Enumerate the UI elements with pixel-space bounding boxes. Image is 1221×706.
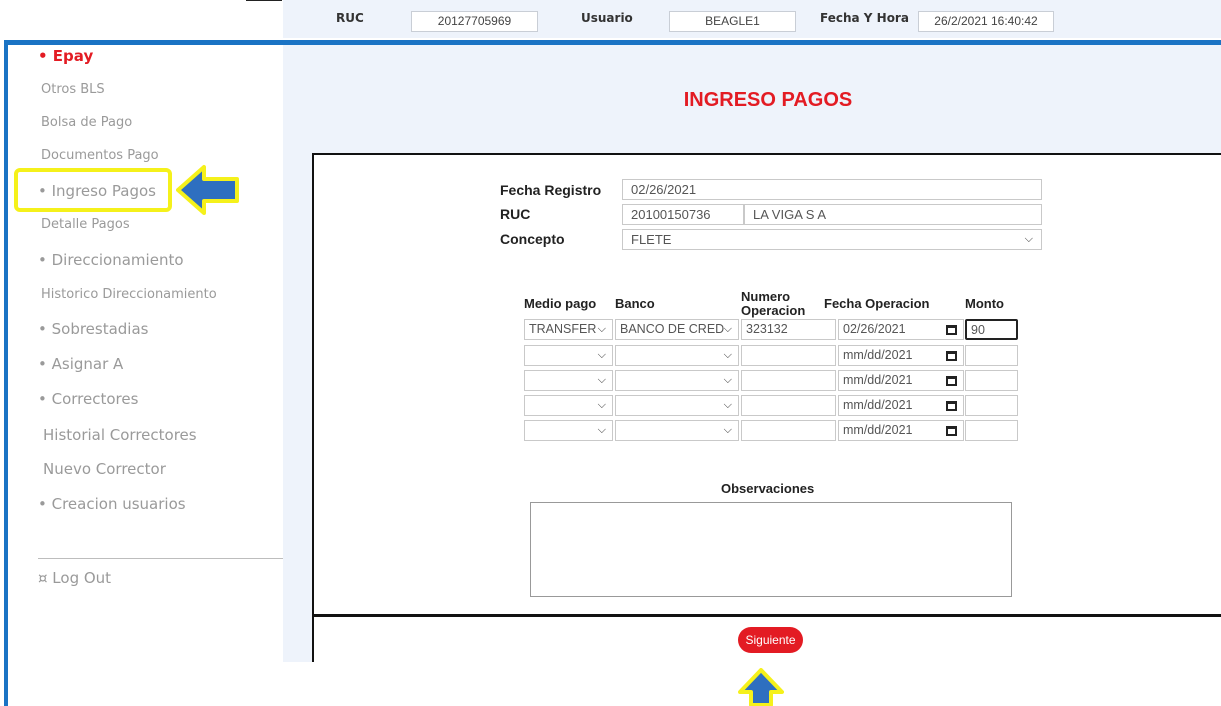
header-usuario-value: BEAGLE1 xyxy=(669,11,796,32)
row1-medio-pago-value: TRANSFER xyxy=(529,322,597,336)
row1-monto-input[interactable]: 90 xyxy=(965,319,1018,340)
header-ruc-value: 20127705969 xyxy=(411,11,538,32)
calendar-icon[interactable] xyxy=(946,426,957,436)
chevron-down-icon: ⌵ xyxy=(723,424,732,436)
row1-fecha-operacion-input[interactable]: 02/26/2021 xyxy=(838,319,964,340)
fecha-registro-label: Fecha Registro xyxy=(500,182,602,198)
chevron-down-icon: ⌵ xyxy=(597,399,606,411)
sidebar-item-nuevo-corrector[interactable]: Nuevo Corrector xyxy=(43,460,166,478)
sidebar-item-historico-direccionamiento[interactable]: Historico Direccionamiento xyxy=(41,287,217,302)
sidebar-item-documentos-pago[interactable]: Documentos Pago xyxy=(41,148,159,163)
row1-numero-operacion-input[interactable]: 323132 xyxy=(741,319,836,340)
sidebar-item-direccionamiento[interactable]: • Direccionamiento xyxy=(38,251,184,269)
row2-fecha-operacion-input[interactable]: mm/dd/2021 xyxy=(838,345,964,366)
row3-numero-operacion-input[interactable] xyxy=(741,370,836,391)
header-fecha-label: Fecha Y Hora xyxy=(820,11,909,25)
calendar-icon[interactable] xyxy=(946,351,957,361)
row2-medio-pago-select[interactable]: ⌵ xyxy=(524,345,613,366)
calendar-icon[interactable] xyxy=(946,325,957,335)
razon-social-field[interactable]: LA VIGA S A xyxy=(744,204,1042,225)
page-title: INGRESO PAGOS xyxy=(683,89,853,111)
sidebar-item-otros-bls[interactable]: Otros BLS xyxy=(41,82,105,97)
row3-fecha-operacion-input[interactable]: mm/dd/2021 xyxy=(838,370,964,391)
sidebar-item-historial-correctores[interactable]: Historial Correctores xyxy=(43,426,197,444)
sidebar-item-asignar-a[interactable]: • Asignar A xyxy=(38,355,123,373)
sidebar-item-sobrestadias[interactable]: • Sobrestadias xyxy=(38,320,149,338)
row1-fecha-value: 02/26/2021 xyxy=(843,322,906,336)
concepto-label: Concepto xyxy=(500,231,565,247)
row2-fecha-value: mm/dd/2021 xyxy=(843,348,913,362)
row5-fecha-value: mm/dd/2021 xyxy=(843,423,913,437)
chevron-down-icon: ⌵ xyxy=(597,323,606,335)
ruc-field[interactable]: 20100150736 xyxy=(622,204,744,225)
col-monto: Monto xyxy=(965,296,1004,311)
header-fecha-value: 26/2/2021 16:40:42 xyxy=(918,11,1054,32)
row5-banco-select[interactable]: ⌵ xyxy=(615,420,739,441)
calendar-icon[interactable] xyxy=(946,401,957,411)
sidebar-item-creacion-usuarios[interactable]: • Creacion usuarios xyxy=(38,495,186,513)
sidebar-divider xyxy=(38,558,283,559)
chevron-down-icon: ⌵ xyxy=(723,399,732,411)
arrow-up-icon xyxy=(738,668,784,706)
chevron-down-icon: ⌵ xyxy=(723,323,732,335)
chevron-down-icon: ⌵ xyxy=(597,374,606,386)
row5-numero-operacion-input[interactable] xyxy=(741,420,836,441)
chevron-down-icon: ⌵ xyxy=(723,349,732,361)
header-ruc-label: RUC xyxy=(336,11,364,25)
sidebar: • Epay Otros BLS Bolsa de Pago Documento… xyxy=(8,45,283,662)
top-left-underline xyxy=(246,0,282,1)
chevron-down-icon: ⌵ xyxy=(597,424,606,436)
row5-medio-pago-select[interactable]: ⌵ xyxy=(524,420,613,441)
observaciones-label: Observaciones xyxy=(721,481,815,496)
row2-numero-operacion-input[interactable] xyxy=(741,345,836,366)
row4-numero-operacion-input[interactable] xyxy=(741,395,836,416)
row2-banco-select[interactable]: ⌵ xyxy=(615,345,739,366)
sidebar-item-epay[interactable]: • Epay xyxy=(38,47,93,65)
row1-banco-value: BANCO DE CRED xyxy=(620,322,725,336)
row5-fecha-operacion-input[interactable]: mm/dd/2021 xyxy=(838,420,964,441)
col-fecha-operacion: Fecha Operacion xyxy=(824,296,930,311)
row3-banco-select[interactable]: ⌵ xyxy=(615,370,739,391)
row4-medio-pago-select[interactable]: ⌵ xyxy=(524,395,613,416)
logout-link[interactable]: ¤ Log Out xyxy=(38,569,111,587)
row4-fecha-value: mm/dd/2021 xyxy=(843,398,913,412)
arrow-left-icon xyxy=(176,165,239,215)
row3-monto-input[interactable] xyxy=(965,370,1018,391)
row4-fecha-operacion-input[interactable]: mm/dd/2021 xyxy=(838,395,964,416)
calendar-icon[interactable] xyxy=(946,376,957,386)
row2-monto-input[interactable] xyxy=(965,345,1018,366)
col-banco: Banco xyxy=(615,296,655,311)
chevron-down-icon: ⌵ xyxy=(1024,233,1033,245)
ruc-label: RUC xyxy=(500,206,531,222)
chevron-down-icon: ⌵ xyxy=(723,374,732,386)
sidebar-item-detalle-pagos[interactable]: Detalle Pagos xyxy=(41,217,130,232)
col-numero-operacion-line1: Numero xyxy=(741,289,791,304)
row4-monto-input[interactable] xyxy=(965,395,1018,416)
sidebar-item-bolsa-de-pago[interactable]: Bolsa de Pago xyxy=(41,115,132,130)
chevron-down-icon: ⌵ xyxy=(597,349,606,361)
row1-medio-pago-select[interactable]: TRANSFER ⌵ xyxy=(524,319,613,340)
highlight-box xyxy=(14,168,172,212)
fecha-registro-field[interactable]: 02/26/2021 xyxy=(622,179,1042,200)
row3-medio-pago-select[interactable]: ⌵ xyxy=(524,370,613,391)
sidebar-item-correctores[interactable]: • Correctores xyxy=(38,390,138,408)
row5-monto-input[interactable] xyxy=(965,420,1018,441)
row4-banco-select[interactable]: ⌵ xyxy=(615,395,739,416)
col-numero-operacion-line2: Operacion xyxy=(741,303,806,318)
col-medio-pago: Medio pago xyxy=(524,296,597,311)
concepto-value: FLETE xyxy=(631,232,672,247)
row3-fecha-value: mm/dd/2021 xyxy=(843,373,913,387)
observaciones-textarea[interactable] xyxy=(530,502,1012,597)
row1-banco-select[interactable]: BANCO DE CRED ⌵ xyxy=(615,319,739,340)
siguiente-button[interactable]: Siguiente xyxy=(738,627,803,653)
concepto-select[interactable]: FLETE ⌵ xyxy=(622,229,1042,250)
header-usuario-label: Usuario xyxy=(581,11,633,25)
